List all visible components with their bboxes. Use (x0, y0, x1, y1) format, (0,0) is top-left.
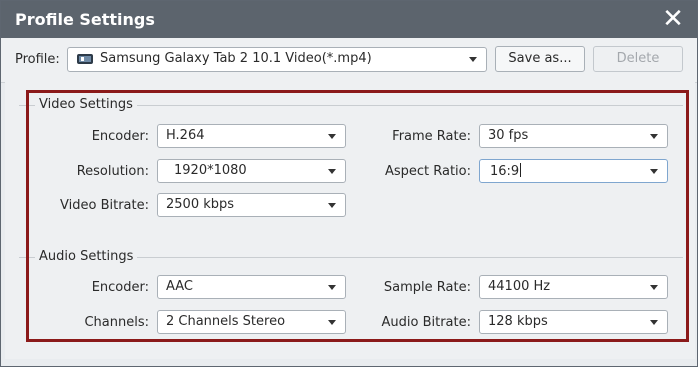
chevron-down-icon (650, 320, 658, 325)
section-divider (131, 257, 683, 258)
video-bitrate-value: 2500 kbps (166, 197, 235, 212)
chevron-down-icon (650, 169, 658, 174)
video-encoder-dropdown[interactable]: H.264 (157, 124, 346, 148)
profile-dropdown[interactable]: Samsung Galaxy Tab 2 10.1 Video(*.mp4) (67, 47, 487, 72)
profile-label: Profile: (15, 52, 60, 67)
title-bar[interactable]: Profile Settings ✕ (1, 1, 697, 38)
profile-settings-window: Profile Settings ✕ Profile: Samsung Gala… (0, 0, 698, 367)
video-settings-heading: Video Settings (35, 97, 137, 112)
chevron-down-icon (650, 134, 658, 139)
channels-dropdown[interactable]: 2 Channels Stereo (157, 310, 346, 334)
resolution-dropdown[interactable]: 1920*1080 (157, 159, 346, 183)
close-icon[interactable]: ✕ (661, 6, 685, 32)
delete-button[interactable]: Delete (593, 46, 683, 72)
channels-value: 2 Channels Stereo (166, 314, 286, 329)
channels-label: Channels: (84, 315, 149, 330)
text-cursor (520, 163, 522, 177)
aspect-ratio-value-wrap: 16:9 (490, 163, 522, 179)
sample-rate-label: Sample Rate: (383, 280, 471, 295)
frame-rate-value: 30 fps (488, 128, 529, 143)
audio-bitrate-label: Audio Bitrate: (381, 315, 472, 330)
settings-panel: Video Settings Encoder: H.264 Resolution… (5, 82, 695, 359)
tablet-icon (77, 54, 93, 64)
sample-rate-dropdown[interactable]: 44100 Hz (479, 275, 668, 299)
resolution-value: 1920*1080 (174, 163, 247, 178)
profile-row: Profile: Samsung Galaxy Tab 2 10.1 Video… (1, 38, 697, 83)
audio-bitrate-dropdown[interactable]: 128 kbps (479, 310, 668, 334)
frame-rate-label: Frame Rate: (392, 129, 471, 144)
frame-rate-dropdown[interactable]: 30 fps (479, 124, 668, 148)
audio-encoder-dropdown[interactable]: AAC (157, 275, 346, 299)
section-divider (127, 105, 683, 106)
window-title: Profile Settings (15, 10, 155, 29)
chevron-down-icon (650, 285, 658, 290)
chevron-down-icon (328, 285, 336, 290)
chevron-down-icon (328, 203, 336, 208)
aspect-ratio-value: 16:9 (490, 164, 520, 179)
aspect-ratio-dropdown[interactable]: 16:9 (479, 159, 668, 183)
video-bitrate-dropdown[interactable]: 2500 kbps (157, 193, 346, 217)
chevron-down-icon (328, 134, 336, 139)
chevron-down-icon (328, 320, 336, 325)
video-encoder-value: H.264 (166, 128, 205, 143)
resolution-label: Resolution: (76, 164, 149, 179)
sample-rate-value: 44100 Hz (488, 279, 551, 294)
video-encoder-label: Encoder: (91, 129, 149, 144)
profile-value: Samsung Galaxy Tab 2 10.1 Video(*.mp4) (100, 51, 372, 66)
audio-settings-heading: Audio Settings (35, 249, 138, 264)
audio-encoder-label: Encoder: (91, 280, 149, 295)
save-as-button[interactable]: Save as... (495, 46, 585, 72)
aspect-ratio-label: Aspect Ratio: (384, 164, 471, 179)
audio-bitrate-value: 128 kbps (488, 314, 548, 329)
video-bitrate-label: Video Bitrate: (60, 198, 149, 213)
audio-encoder-value: AAC (166, 279, 193, 294)
chevron-down-icon (328, 169, 336, 174)
chevron-down-icon (469, 57, 477, 62)
